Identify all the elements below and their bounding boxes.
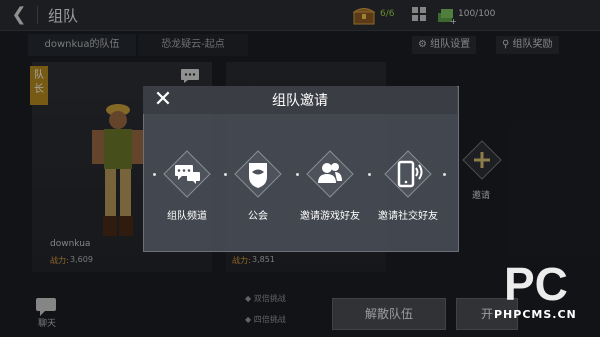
connector-dot [443,173,446,176]
team-channel-icon[interactable] [163,150,211,198]
game-friends-label: 邀请游戏好友 [300,211,360,222]
guild-icon[interactable] [234,150,282,198]
social-friends-label: 邀请社交好友 [378,211,438,222]
connector-dot [224,173,227,176]
phone-icon[interactable] [384,150,432,198]
connector-dot [368,173,371,176]
guild-label: 公会 [248,211,268,222]
watermark-text: PHPCMS.CN [494,308,577,321]
phpcms-logo-text: PC [504,258,568,306]
dialog-title: 组队邀请 [272,93,328,109]
phpcms-logo: PC [504,258,568,306]
game-friends-icon[interactable] [306,150,354,198]
connector-dot [153,173,156,176]
team-channel-label: 组队频道 [167,211,207,222]
connector-dot [296,173,299,176]
